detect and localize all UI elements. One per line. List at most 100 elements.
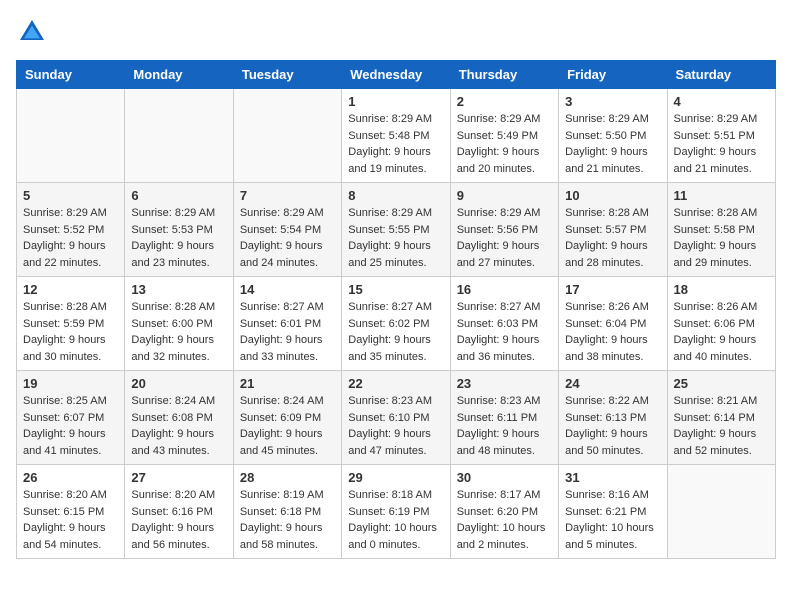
calendar-cell: 12Sunrise: 8:28 AM Sunset: 5:59 PM Dayli… (17, 277, 125, 371)
calendar-week-5: 26 Sunrise: 8:20 AM Sunset: 6:15 PM Dayli… (17, 465, 776, 559)
calendar-cell: 24 Sunrise: 8:22 AM Sunset: 6:13 PM Dayli… (559, 371, 667, 465)
day-info: Sunrise: 8:28 AM Sunset: 5:58 PM Dayligh… (674, 205, 769, 271)
day-info: Sunrise: 8:28 AM Sunset: 5:57 PM Dayligh… (565, 205, 660, 271)
calendar-cell: 2 Sunrise: 8:29 AM Sunset: 5:49 PM Daylig… (450, 89, 558, 183)
day-number: 20 (131, 376, 226, 391)
calendar-table: SundayMondayTuesdayWednesdayThursdayFrid… (16, 60, 776, 559)
calendar-cell: 20 Sunrise: 8:24 AM Sunset: 6:08 PM Dayli… (125, 371, 233, 465)
day-info: Sunrise: 8:29 AM Sunset: 5:48 PM Dayligh… (348, 111, 443, 177)
day-number: 12 (23, 282, 118, 297)
calendar-cell: 5 Sunrise: 8:29 AM Sunset: 5:52 PM Daylig… (17, 183, 125, 277)
day-number: 10 (565, 188, 660, 203)
day-number: 2 (457, 94, 552, 109)
calendar-cell: 26 Sunrise: 8:20 AM Sunset: 6:15 PM Dayli… (17, 465, 125, 559)
day-number: 1 (348, 94, 443, 109)
day-number: 9 (457, 188, 552, 203)
page-header (16, 16, 776, 48)
column-header-monday: Monday (125, 61, 233, 89)
day-info: Sunrise: 8:23 AM Sunset: 6:11 PM Dayligh… (457, 393, 552, 459)
day-number: 27 (131, 470, 226, 485)
day-info: Sunrise: 8:18 AM Sunset: 6:19 PM Dayligh… (348, 487, 443, 553)
day-number: 30 (457, 470, 552, 485)
calendar-week-3: 12Sunrise: 8:28 AM Sunset: 5:59 PM Dayli… (17, 277, 776, 371)
day-info: Sunrise: 8:27 AM Sunset: 6:02 PM Dayligh… (348, 299, 443, 365)
day-info: Sunrise: 8:29 AM Sunset: 5:53 PM Dayligh… (131, 205, 226, 271)
day-info: Sunrise: 8:20 AM Sunset: 6:16 PM Dayligh… (131, 487, 226, 553)
calendar-cell: 15Sunrise: 8:27 AM Sunset: 6:02 PM Dayli… (342, 277, 450, 371)
calendar-cell: 29 Sunrise: 8:18 AM Sunset: 6:19 PM Dayli… (342, 465, 450, 559)
day-number: 14 (240, 282, 335, 297)
day-number: 21 (240, 376, 335, 391)
calendar-cell (667, 465, 775, 559)
calendar-week-2: 5 Sunrise: 8:29 AM Sunset: 5:52 PM Daylig… (17, 183, 776, 277)
day-info: Sunrise: 8:20 AM Sunset: 6:15 PM Dayligh… (23, 487, 118, 553)
column-header-wednesday: Wednesday (342, 61, 450, 89)
calendar-week-4: 19 Sunrise: 8:25 AM Sunset: 6:07 PM Dayli… (17, 371, 776, 465)
calendar-cell: 16Sunrise: 8:27 AM Sunset: 6:03 PM Dayli… (450, 277, 558, 371)
day-number: 4 (674, 94, 769, 109)
day-info: Sunrise: 8:21 AM Sunset: 6:14 PM Dayligh… (674, 393, 769, 459)
calendar-cell (125, 89, 233, 183)
day-info: Sunrise: 8:17 AM Sunset: 6:20 PM Dayligh… (457, 487, 552, 553)
day-number: 24 (565, 376, 660, 391)
day-number: 25 (674, 376, 769, 391)
day-number: 8 (348, 188, 443, 203)
day-number: 26 (23, 470, 118, 485)
day-number: 17 (565, 282, 660, 297)
day-number: 19 (23, 376, 118, 391)
day-info: Sunrise: 8:29 AM Sunset: 5:49 PM Dayligh… (457, 111, 552, 177)
day-info: Sunrise: 8:29 AM Sunset: 5:52 PM Dayligh… (23, 205, 118, 271)
day-info: Sunrise: 8:29 AM Sunset: 5:54 PM Dayligh… (240, 205, 335, 271)
day-info: Sunrise: 8:25 AM Sunset: 6:07 PM Dayligh… (23, 393, 118, 459)
day-info: Sunrise: 8:26 AM Sunset: 6:06 PM Dayligh… (674, 299, 769, 365)
day-info: Sunrise: 8:27 AM Sunset: 6:01 PM Dayligh… (240, 299, 335, 365)
calendar-cell: 3 Sunrise: 8:29 AM Sunset: 5:50 PM Daylig… (559, 89, 667, 183)
header-row: SundayMondayTuesdayWednesdayThursdayFrid… (17, 61, 776, 89)
day-info: Sunrise: 8:19 AM Sunset: 6:18 PM Dayligh… (240, 487, 335, 553)
day-info: Sunrise: 8:29 AM Sunset: 5:56 PM Dayligh… (457, 205, 552, 271)
calendar-cell: 7Sunrise: 8:29 AM Sunset: 5:54 PM Daylig… (233, 183, 341, 277)
calendar-cell: 18 Sunrise: 8:26 AM Sunset: 6:06 PM Dayli… (667, 277, 775, 371)
column-header-tuesday: Tuesday (233, 61, 341, 89)
day-number: 5 (23, 188, 118, 203)
day-number: 28 (240, 470, 335, 485)
day-info: Sunrise: 8:23 AM Sunset: 6:10 PM Dayligh… (348, 393, 443, 459)
calendar-cell: 14 Sunrise: 8:27 AM Sunset: 6:01 PM Dayli… (233, 277, 341, 371)
day-number: 18 (674, 282, 769, 297)
column-header-saturday: Saturday (667, 61, 775, 89)
day-info: Sunrise: 8:16 AM Sunset: 6:21 PM Dayligh… (565, 487, 660, 553)
day-number: 29 (348, 470, 443, 485)
day-info: Sunrise: 8:29 AM Sunset: 5:50 PM Dayligh… (565, 111, 660, 177)
column-header-sunday: Sunday (17, 61, 125, 89)
calendar-cell: 25 Sunrise: 8:21 AM Sunset: 6:14 PM Dayli… (667, 371, 775, 465)
day-number: 3 (565, 94, 660, 109)
day-number: 16 (457, 282, 552, 297)
day-info: Sunrise: 8:24 AM Sunset: 6:09 PM Dayligh… (240, 393, 335, 459)
logo-icon (16, 16, 48, 48)
calendar-week-1: 1 Sunrise: 8:29 AM Sunset: 5:48 PM Daylig… (17, 89, 776, 183)
logo (16, 16, 52, 48)
calendar-cell: 8 Sunrise: 8:29 AM Sunset: 5:55 PM Daylig… (342, 183, 450, 277)
calendar-cell: 23 Sunrise: 8:23 AM Sunset: 6:11 PM Dayli… (450, 371, 558, 465)
calendar-cell: 11Sunrise: 8:28 AM Sunset: 5:58 PM Dayli… (667, 183, 775, 277)
calendar-cell: 22Sunrise: 8:23 AM Sunset: 6:10 PM Dayli… (342, 371, 450, 465)
calendar-cell (233, 89, 341, 183)
calendar-cell (17, 89, 125, 183)
calendar-cell: 13Sunrise: 8:28 AM Sunset: 6:00 PM Dayli… (125, 277, 233, 371)
calendar-cell: 19 Sunrise: 8:25 AM Sunset: 6:07 PM Dayli… (17, 371, 125, 465)
day-info: Sunrise: 8:22 AM Sunset: 6:13 PM Dayligh… (565, 393, 660, 459)
calendar-cell: 6Sunrise: 8:29 AM Sunset: 5:53 PM Daylig… (125, 183, 233, 277)
calendar-cell: 31Sunrise: 8:16 AM Sunset: 6:21 PM Dayli… (559, 465, 667, 559)
calendar-cell: 1 Sunrise: 8:29 AM Sunset: 5:48 PM Daylig… (342, 89, 450, 183)
calendar-cell: 4 Sunrise: 8:29 AM Sunset: 5:51 PM Daylig… (667, 89, 775, 183)
day-info: Sunrise: 8:24 AM Sunset: 6:08 PM Dayligh… (131, 393, 226, 459)
calendar-cell: 27 Sunrise: 8:20 AM Sunset: 6:16 PM Dayli… (125, 465, 233, 559)
day-info: Sunrise: 8:28 AM Sunset: 6:00 PM Dayligh… (131, 299, 226, 365)
column-header-thursday: Thursday (450, 61, 558, 89)
column-header-friday: Friday (559, 61, 667, 89)
day-number: 23 (457, 376, 552, 391)
calendar-cell: 17Sunrise: 8:26 AM Sunset: 6:04 PM Dayli… (559, 277, 667, 371)
day-info: Sunrise: 8:29 AM Sunset: 5:51 PM Dayligh… (674, 111, 769, 177)
calendar-cell: 30 Sunrise: 8:17 AM Sunset: 6:20 PM Dayli… (450, 465, 558, 559)
day-info: Sunrise: 8:29 AM Sunset: 5:55 PM Dayligh… (348, 205, 443, 271)
